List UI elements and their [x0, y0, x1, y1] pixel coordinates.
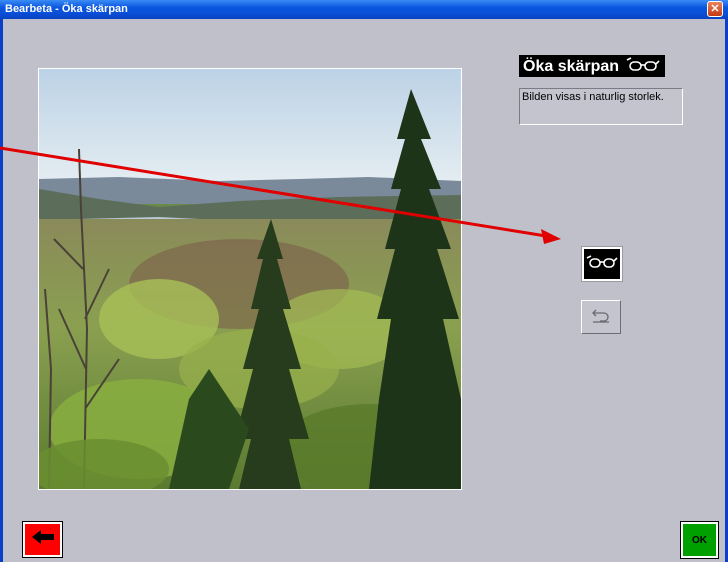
undo-icon	[590, 306, 612, 329]
window-title: Bearbeta - Öka skärpan	[5, 3, 128, 15]
sharpen-button[interactable]	[581, 246, 623, 282]
info-message: Bilden visas i naturlig storlek.	[519, 88, 683, 125]
glasses-icon	[586, 254, 618, 274]
panel-title-text: Öka skärpan	[523, 58, 620, 75]
arrow-left-icon	[31, 529, 55, 550]
panel-title: Öka skärpan	[519, 55, 666, 78]
landscape-photo	[39, 69, 461, 489]
ok-button[interactable]: OK	[680, 521, 719, 559]
back-button[interactable]	[22, 521, 63, 558]
undo-button[interactable]	[581, 300, 621, 334]
close-button[interactable]: ✕	[707, 1, 723, 17]
glasses-icon	[625, 56, 661, 78]
image-preview	[38, 68, 462, 490]
title-bar[interactable]: Bearbeta - Öka skärpan ✕	[0, 0, 728, 19]
edit-window: Bearbeta - Öka skärpan ✕ Öka skärpan Bil…	[0, 0, 728, 562]
